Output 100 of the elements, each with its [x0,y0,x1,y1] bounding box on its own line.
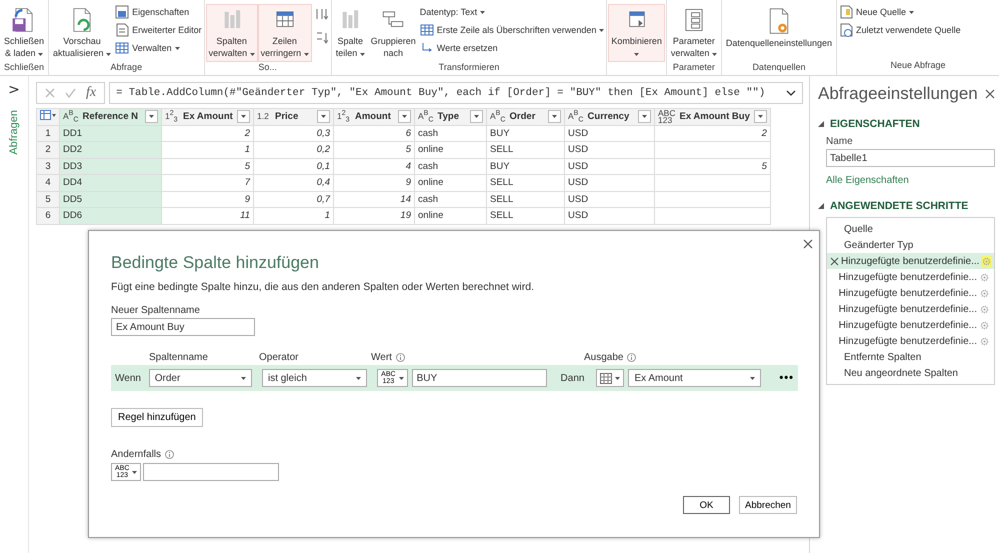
column-header[interactable]: A$^{B}$$_{C}$ Currency [564,108,654,125]
caret-icon [402,115,407,118]
step-item[interactable]: Quelle [827,221,994,237]
ribbon-button[interactable]: Parameter verwalten [668,4,720,62]
column-label: Wert [371,352,392,362]
column-header[interactable]: 1$^{2}$$_{3}$ Amount [334,108,414,125]
column-name: Type [438,111,460,122]
filter-button[interactable] [548,110,561,124]
ribbon-button[interactable]: Werte ersetzen [418,40,606,56]
column-header[interactable]: 1.2 Price [254,108,334,125]
ribbon-button[interactable]: Spalte teilen [332,4,368,62]
value-field[interactable]: BUY [412,369,547,387]
step-item[interactable]: Hinzugefügte benutzerdefinie... [827,301,994,317]
ribbon-button[interactable]: Zeilen verringern [258,4,312,62]
ribbon-button[interactable]: Erweiterter Editor [114,22,203,38]
table-cell: cash [414,191,486,208]
ribbon-button[interactable]: Verwalten [114,40,203,56]
table-cell: 9 [334,174,414,191]
caret-icon [712,53,717,56]
column-label: Operator [259,352,298,362]
column-name: Amount [355,111,392,122]
step-item[interactable]: Geänderter Typ [827,237,994,253]
close-icon [803,239,813,249]
output-dropdown[interactable]: Ex Amount [628,369,762,387]
expand-button[interactable]: > [8,82,20,98]
column-header[interactable]: A$^{B}$$_{C}$ Reference N [60,108,162,125]
caret-icon [356,376,362,380]
type-label: ABC 123 [658,110,676,124]
type-dropdown[interactable] [596,369,624,387]
table-cell: 5 [162,158,254,174]
operator-dropdown[interactable]: ist gleich [262,369,368,387]
table-cell: 6 [334,125,414,142]
table-cell: USD [564,142,654,158]
ribbon-button[interactable]: Eigenschaften [114,4,203,20]
table-cell: DD5 [60,191,162,208]
step-item[interactable]: Hinzugefügte benutzerdefinie... [827,317,994,333]
queries-pane-label[interactable]: Abfragen [8,110,20,155]
filter-button[interactable] [754,110,767,124]
group-label: Parameter [672,62,716,74]
ribbon-button[interactable]: Gruppieren nach [368,4,419,62]
ribbon-button[interactable]: Erste Zeile als Überschriften verwenden [418,22,606,38]
column-header[interactable]: 1$^{2}$$_{3}$ Ex Amount [162,108,254,125]
ribbon-button[interactable]: Zuletzt verwendete Quelle [838,22,962,38]
caret-icon [909,10,914,14]
sort-icon[interactable] [314,6,328,20]
cancel-button[interactable]: Abbrechen [739,496,797,514]
column-name-field[interactable]: Ex Amount Buy [111,318,255,336]
caret-icon [758,115,763,118]
step-item[interactable]: Entfernte Spalten [827,349,994,365]
caret-icon [634,53,640,56]
filter-button[interactable] [237,110,250,124]
caret-icon [552,115,557,118]
ribbon-button[interactable]: Vorschau aktualisieren [50,4,114,62]
ribbon-button[interactable]: Kombinieren [608,4,665,62]
more-button[interactable]: ••• [779,372,794,384]
delete-icon [830,256,839,266]
caret-icon [321,115,326,118]
filter-button[interactable] [317,110,330,124]
column-header[interactable]: A$^{B}$$_{C}$ Type [414,108,486,125]
caret-icon [615,376,620,380]
properties-link[interactable]: Alle Eigenschaften [826,175,909,186]
filter-button[interactable] [398,110,411,124]
filter-button[interactable] [638,110,651,124]
ribbon-button[interactable]: Spalten verwalten [206,4,258,62]
row-number: 5 [36,191,60,208]
table-cell: BUY [486,125,564,142]
table-cell: USD [564,174,654,191]
step-item[interactable]: Hinzugefügte benutzerdefinie... [827,333,994,349]
step-item[interactable]: Hinzugefügte benutzerdefinie... [827,285,994,301]
row-number: 4 [36,174,60,191]
filter-button[interactable] [470,110,483,124]
step-item[interactable]: Neu angeordnete Spalten [827,365,994,381]
ribbon-button[interactable]: Datenquelleneinstellungen [722,4,836,62]
ok-button[interactable]: OK [683,496,730,514]
add-rule-button[interactable]: Regel hinzufügen [111,408,203,427]
ribbon-button[interactable]: Schließen & laden [1,4,48,62]
step-item[interactable]: Hinzugefügte benutzerdefinie... [827,269,994,285]
table-cell: USD [564,208,654,224]
collapse-icon[interactable] [818,121,824,127]
dialog-description: Fügt eine bedingte Spalte hinzu, die aus den anderen Spalten oder Werten berechnet wird. [111,281,536,293]
step-item[interactable]: Hinzugefügte benutzerdefinie... [827,253,994,269]
clock-document-icon [839,23,854,37]
table-cell: USD [564,125,654,142]
cancel-icon [45,88,55,98]
filter-button[interactable] [145,110,158,124]
column-label: Spaltenname [149,352,208,362]
column-header[interactable]: A$^{B}$$_{C}$ Order [486,108,564,125]
replace-icon [420,41,434,55]
table-cell: DD4 [60,174,162,191]
row-number: 1 [36,125,60,142]
name-field[interactable]: Tabelle1 [826,149,995,167]
caret-icon [240,376,246,380]
table-cell: USD [564,191,654,208]
column-dropdown[interactable]: Order [148,369,252,387]
collapse-icon[interactable] [818,203,824,209]
else-value-field[interactable] [143,463,280,481]
table-cell: DD3 [60,158,162,174]
formula-field[interactable]: = Table.AddColumn(#"Geänderter Typ", "Ex Amount Buy", each if [Order] = "BUY" then [Ex Amount] else "") [109,82,803,104]
ribbon-button[interactable]: Datentyp: Text [418,4,606,20]
ribbon-button[interactable]: Neue Quelle [838,4,962,20]
